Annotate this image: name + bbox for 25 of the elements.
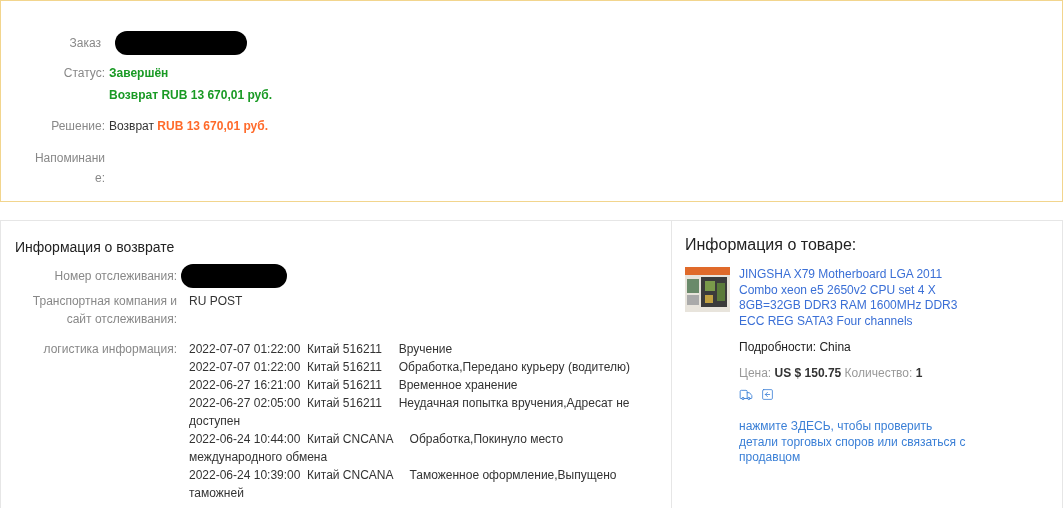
dispute-link[interactable]: нажмите ЗДЕСЬ, чтобы проверить детали торговых споров или связаться с продавцом [739, 419, 971, 466]
tracking-label: Номер отслеживания: [53, 268, 177, 285]
tracking-event: 2022-06-27 02:05:00 Китай 516211 Неудачная попытка вручения,Адресат не доступен [189, 395, 631, 430]
price-line: Цена: US $ 150.75 Количество: 1 [739, 365, 924, 382]
order-label: Заказ [68, 35, 101, 52]
reminder-label: Напоминание: [33, 150, 105, 187]
carrier-value: RU POST [189, 293, 243, 310]
section-title: Информация о товаре: [685, 235, 858, 255]
status-refund: Возврат RUB 13 670,01 руб. [109, 87, 273, 104]
product-link[interactable]: JINGSHA X79 Motherboard LGA 2011 Combo xeon e5 2650v2 CPU set 4 X 8GB=32GB DDR3 RAM 1600MHz DDR3 ECC REG SATA3 Four channels [739, 267, 979, 329]
tracking-event: 2022-06-27 16:21:00 Китай 516211 Временное хранение [189, 377, 519, 394]
carrier-label: Транспортная компания и сайт отслеживания: [31, 293, 177, 328]
tracking-event: 2022-06-24 10:44:00 Китай CNCANA Обработка,Покинуло место международного обмена [189, 431, 565, 466]
truck-icon[interactable] [739, 388, 753, 402]
status-label: Статус: [62, 65, 105, 82]
tracking-event: 2022-07-07 01:22:00 Китай 516211 Обработка,Передано курьеру (водителю) [189, 359, 631, 376]
status-value: Завершён [109, 65, 170, 82]
decision-value: Возврат RUB 13 670,01 руб. [109, 118, 268, 135]
section-title: Информация о возврате [15, 238, 176, 257]
product-details: Подробности: China [739, 339, 852, 356]
tracking-event: 2022-07-07 01:22:00 Китай 516211 Вручение [189, 341, 454, 358]
return-box-icon[interactable] [761, 388, 774, 401]
tracking-event: 2022-06-24 10:39:00 Китай CNCANA Таможенное оформление,Выпущено таможней [189, 467, 618, 502]
decision-label: Решение: [50, 118, 105, 135]
logistics-label: логистика информация: [42, 341, 177, 358]
